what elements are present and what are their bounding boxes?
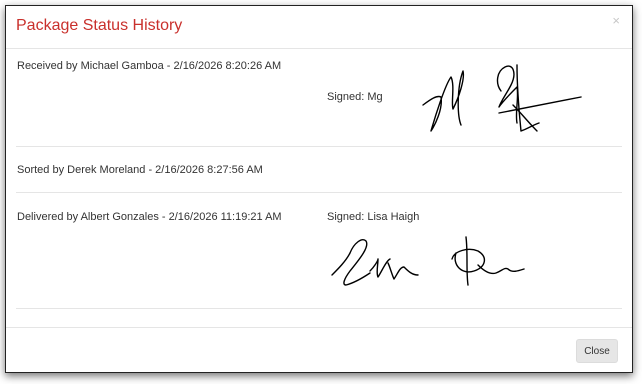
dialog-header: Package Status History × [6,6,632,49]
status-history-dialog: Package Status History × Received by Mic… [5,5,633,373]
close-icon[interactable]: × [612,14,620,27]
history-entry-text: Received by Michael Gamboa - 2/16/2026 8… [17,60,282,72]
dialog-footer: Close [6,327,632,372]
signature-image [331,236,525,286]
signed-label: Signed: Mg [327,91,383,103]
history-entry-text: Delivered by Albert Gonzales - 2/16/2026… [17,211,282,223]
close-button[interactable]: Close [576,339,618,363]
history-list: Received by Michael Gamboa - 2/16/2026 8… [16,49,622,309]
dialog-title: Package Status History [16,17,183,34]
signed-label: Signed: Lisa Haigh [327,211,420,223]
history-entry-received: Received by Michael Gamboa - 2/16/2026 8… [16,49,622,147]
history-entry-text: Sorted by Derek Moreland - 2/16/2026 8:2… [17,164,263,176]
signature-image [422,64,582,132]
history-entry-delivered: Delivered by Albert Gonzales - 2/16/2026… [16,193,622,309]
history-entry-sorted: Sorted by Derek Moreland - 2/16/2026 8:2… [16,147,622,193]
